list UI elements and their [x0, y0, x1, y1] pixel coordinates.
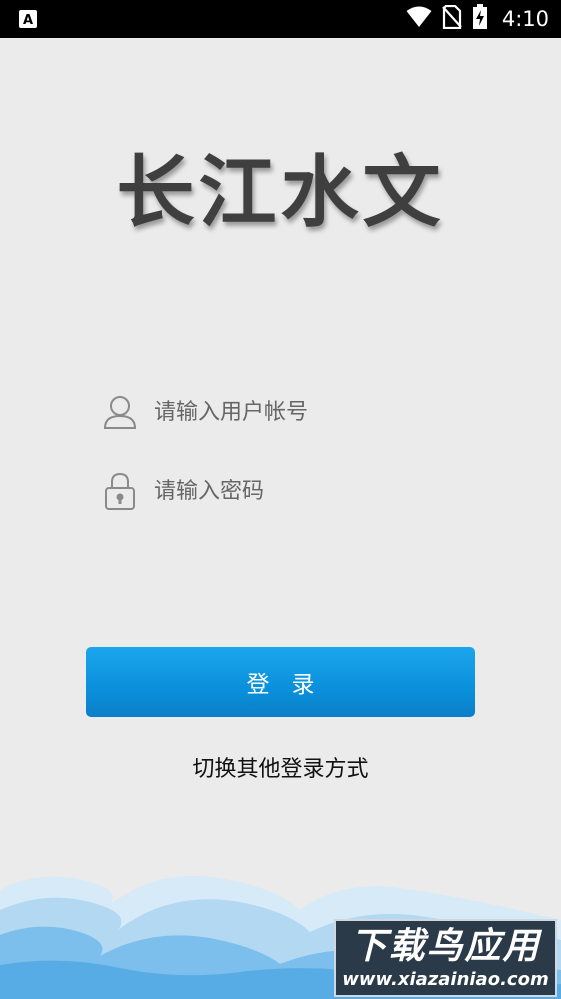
watermark-badge: 下载鸟应用 www.xiazainiao.com — [334, 919, 557, 997]
wifi-icon — [406, 6, 432, 32]
user-icon — [100, 392, 140, 432]
password-input[interactable] — [154, 478, 454, 504]
login-screen: A 4:10 长江水文 请输入用户帐号 登录 切换其他登录方式 下载鸟应用 ww… — [0, 0, 561, 999]
username-input[interactable] — [154, 399, 454, 425]
battery-charging-icon — [472, 4, 488, 34]
watermark-main-text: 下载鸟应用 — [350, 926, 541, 967]
username-row — [100, 387, 480, 437]
password-row — [100, 466, 480, 516]
status-time: 4:10 — [501, 7, 549, 31]
status-bar: A 4:10 — [0, 0, 561, 38]
watermark-url: www.xiazainiao.com — [342, 969, 549, 990]
status-icons: 4:10 — [406, 0, 549, 38]
app-title: 长江水文 — [116, 148, 445, 238]
lock-icon — [100, 471, 140, 511]
a-notification-icon: A — [18, 9, 38, 29]
switch-login-method-link[interactable]: 切换其他登录方式 — [0, 751, 561, 783]
svg-text:A: A — [23, 13, 33, 28]
login-button[interactable]: 登录 — [86, 647, 475, 717]
no-sim-icon — [442, 4, 462, 33]
